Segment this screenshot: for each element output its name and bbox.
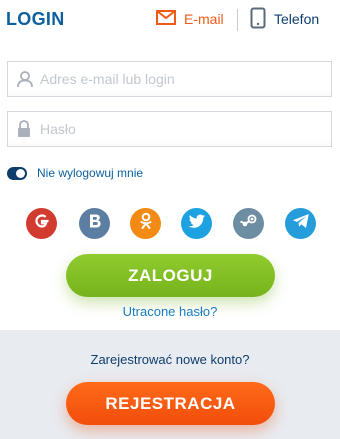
forgot-password-link[interactable]: Utracone hasło? [0, 304, 340, 319]
envelope-icon [156, 10, 176, 28]
steam-icon [239, 213, 258, 234]
tab-email[interactable]: E-mail [156, 6, 224, 32]
tab-phone-label: Telefon [274, 11, 320, 27]
phone-icon [250, 7, 266, 32]
remember-label: Nie wylogowuj mnie [37, 166, 144, 180]
lock-icon [16, 120, 38, 138]
twitter-login-button[interactable] [181, 208, 212, 239]
vk-icon [87, 213, 103, 234]
remember-me[interactable]: Nie wylogowuj mnie [7, 166, 143, 180]
page-title: LOGIN [6, 9, 65, 29]
register-prompt-link[interactable]: Zarejestrować nowe konto? [0, 352, 340, 367]
twitter-icon [188, 214, 206, 234]
tab-email-label: E-mail [184, 11, 224, 27]
odnoklassniki-login-button[interactable] [130, 208, 161, 239]
user-icon [16, 70, 38, 88]
google-login-button[interactable] [26, 208, 57, 239]
login-button[interactable]: ZALOGUJ [66, 254, 275, 297]
vk-login-button[interactable] [79, 208, 110, 239]
tab-divider [237, 9, 238, 31]
register-button[interactable]: REJESTRACJA [66, 382, 275, 425]
telegram-login-button[interactable] [285, 208, 316, 239]
email-input[interactable] [38, 71, 331, 87]
google-icon [33, 212, 51, 235]
odnoklassniki-icon [138, 212, 154, 235]
tab-phone[interactable]: Telefon [250, 6, 319, 32]
telegram-icon [292, 213, 310, 234]
remember-toggle[interactable] [7, 166, 27, 180]
steam-login-button[interactable] [233, 208, 264, 239]
email-field[interactable] [7, 61, 332, 97]
password-input[interactable] [38, 121, 331, 137]
password-field[interactable] [7, 111, 332, 147]
